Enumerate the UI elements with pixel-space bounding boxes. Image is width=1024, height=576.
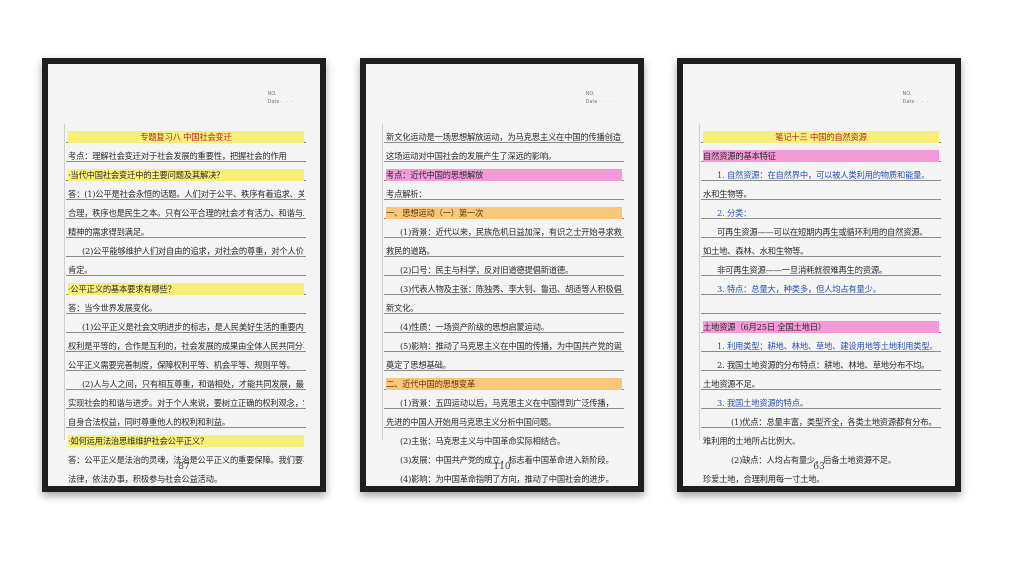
note-line: (3)代表人物及主张：陈独秀、李大钊、鲁迅、胡适等人积极倡导: [400, 284, 622, 294]
note-line: 专题复习八 中国社会变迁: [68, 128, 304, 147]
note-line: 1. 利用类型：耕地、林地、草地、建设用地等土地利用类型。: [717, 341, 938, 351]
note-line: 答：当今世界发展变化。: [68, 303, 158, 313]
no-label: NO.: [585, 91, 595, 97]
page-number: 110: [493, 462, 511, 472]
note-line: 二、近代中国的思想变革: [386, 375, 622, 394]
note-line: ·如何运用法治思维维护社会公平正义？: [68, 432, 304, 451]
page-number: 63: [813, 462, 825, 472]
date-label: Date: [585, 99, 598, 105]
margin-line: [64, 124, 65, 440]
note-line: 合理，秩序也是民生之本。只有公平合理的社会才有活力、和谐与发展。: [68, 208, 304, 218]
note-line: 精神的需求得到满足。: [68, 227, 149, 237]
note-line: [703, 299, 939, 318]
page-header: NO. Date · · ·: [903, 90, 930, 106]
note-line: 2. 分类：: [717, 208, 752, 218]
note-line: 珍爱土地，合理利用每一寸土地。: [703, 474, 825, 484]
note-page-1: NO. Date · · · 专题复习八 中国社会变迁考点：理解社会变迁对于社会…: [48, 64, 320, 486]
note-line: 难利用的土地所占比例大。: [703, 436, 801, 446]
note-line: 权利是平等的，合作是互利的，社会发展的成果由全体人民共同分享。维护: [68, 341, 304, 351]
note-line: 先进的中国人开始用马克思主义分析中国问题。: [386, 417, 557, 427]
note-page-3: NO. Date · · · 笔记十三 中国的自然资源 自然资源的基本特征 1. 自…: [683, 64, 955, 486]
date-label: Date: [902, 99, 915, 105]
note-line: 实现社会的和谐与进步。对于个人来说，要树立正确的权利观念，学会维护: [68, 398, 304, 408]
note-page-2: NO. Date · · · 新文化运动是一场思想解放运动，为马克思主义在中国的…: [366, 64, 638, 486]
note-line: 一、思想运动（一）第一次: [386, 204, 622, 223]
note-page-2-frame: NO. Date · · · 新文化运动是一场思想解放运动，为马克思主义在中国的…: [360, 58, 644, 492]
note-line: (1)公平正义是社会文明进步的标志，是人民美好生活的重要内容。: [82, 322, 304, 332]
note-line: ·当代中国社会变迁中的主要问题及其解决？: [68, 166, 304, 185]
date-dots: · · ·: [916, 99, 929, 105]
note-line: 考点解析：: [386, 189, 427, 199]
note-line: 土地资源（6月25日 全国土地日）: [703, 318, 939, 337]
note-line: 考点：理解社会变迁对于社会发展的重要性，把握社会的作用: [68, 151, 287, 161]
note-line: 自身合法权益，同时尊重他人的权利和利益。: [68, 417, 230, 427]
note-line: ·公平正义的基本要求有哪些？: [68, 280, 304, 299]
page-number: 87: [178, 462, 190, 472]
note-line: 公平正义需要完善制度，保障权利平等、机会平等、规则平等。: [68, 360, 295, 370]
note-line: (4)影响：为中国革命指明了方向，推动了中国社会的进步。: [400, 474, 614, 484]
note-line: 新文化。: [386, 303, 419, 313]
note-line: 3. 特点：总量大，种类多，但人均占有量少。: [717, 284, 881, 294]
note-line: 答：(1)公平是社会永恒的话题。人们对于公平、秩序有着追求、关注与维护: [68, 189, 304, 199]
note-line: 肯定。: [68, 265, 93, 275]
note-line: 2. 我国土地资源的分布特点：耕地、林地、草地分布不均。: [717, 360, 930, 370]
note-line: 考点：近代中国的思想解放: [386, 166, 622, 185]
handwritten-lines: 笔记十三 中国的自然资源 自然资源的基本特征 1. 自然资源：在自然界中，可以被人类…: [703, 128, 939, 486]
note-line: 自然资源的基本特征: [703, 147, 939, 166]
note-line: 土地资源不足。: [703, 379, 760, 389]
date-dots: · · ·: [281, 99, 294, 105]
note-line: (4)性质：一场资产阶级的思想启蒙运动。: [400, 322, 549, 332]
note-line: 新文化运动是一场思想解放运动，为马克思主义在中国的传播创造了条件。: [386, 132, 622, 142]
margin-line: [699, 124, 700, 440]
note-line: (2)公平能够维护人们对自由的追求，对社会的尊重，对个人价值的: [82, 246, 304, 256]
note-line: 这场运动对中国社会的发展产生了深远的影响。: [386, 151, 557, 161]
note-line: 奠定了思想基础。: [386, 360, 451, 370]
date-label: Date: [267, 99, 280, 105]
handwritten-lines: 专题复习八 中国社会变迁考点：理解社会变迁对于社会发展的重要性，把握社会的作用 ·…: [68, 128, 304, 486]
page-header: NO. Date · · ·: [586, 90, 613, 106]
note-line: (2)人与人之间，只有相互尊重，和谐相处，才能共同发展，最终: [82, 379, 304, 389]
note-line: (1)背景：近代以来，民族危机日益加深，有识之士开始寻求救国: [400, 227, 622, 237]
note-line: (2)主张：马克思主义与中国革命实际相结合。: [400, 436, 565, 446]
note-line: 法律，依法办事，积极参与社会公益活动。: [68, 474, 222, 484]
handwritten-lines: 新文化运动是一场思想解放运动，为马克思主义在中国的传播创造了条件。这场运动对中国…: [386, 128, 622, 486]
note-line: (2)口号：民主与科学，反对旧道德提倡新道德。: [400, 265, 574, 275]
page-header: NO. Date · · ·: [268, 90, 295, 106]
note-line: (1)背景：五四运动以后，马克思主义在中国得到广泛传播，: [400, 398, 614, 408]
note-line: 1. 自然资源：在自然界中，可以被人类利用的物质和能量。: [717, 170, 930, 180]
note-line: 非可再生资源——一旦消耗就很难再生的资源。: [717, 265, 888, 275]
note-line: 笔记十三 中国的自然资源: [703, 128, 939, 147]
note-line: 可再生资源——可以在短期内再生或循环利用的自然资源。: [717, 227, 928, 237]
note-line: 如土地、森林、水和生物等。: [703, 246, 809, 256]
date-dots: · · ·: [599, 99, 612, 105]
note-line: (5)影响：推动了马克思主义在中国的传播，为中国共产党的诞生: [400, 341, 622, 351]
note-page-3-frame: NO. Date · · · 笔记十三 中国的自然资源 自然资源的基本特征 1. 自…: [677, 58, 961, 492]
note-line: (1)优点：总量丰富，类型齐全，各类土地资源都有分布。: [731, 417, 937, 427]
margin-line: [382, 124, 383, 440]
note-line: 水和生物等。: [703, 189, 752, 199]
note-page-1-frame: NO. Date · · · 专题复习八 中国社会变迁考点：理解社会变迁对于社会…: [42, 58, 326, 492]
note-line: 3. 我国土地资源的特点。: [717, 398, 808, 408]
note-line: 救民的道路。: [386, 246, 435, 256]
no-label: NO.: [267, 91, 277, 97]
no-label: NO.: [902, 91, 912, 97]
